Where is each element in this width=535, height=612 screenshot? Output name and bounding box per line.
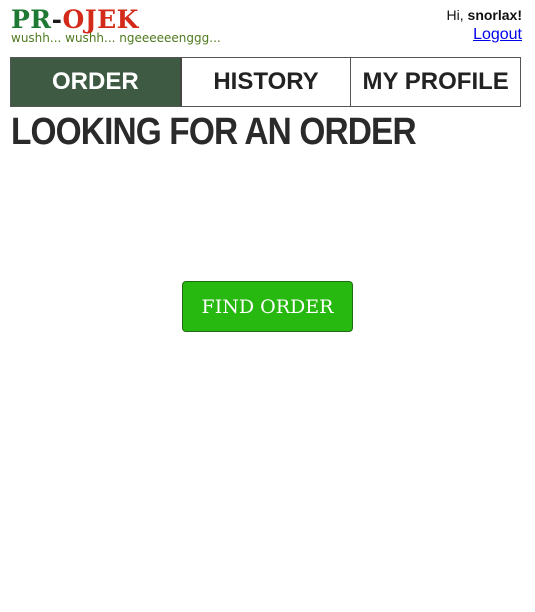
tab-my-profile[interactable]: MY PROFILE — [351, 58, 521, 106]
logo-part-pr: PR — [11, 5, 52, 34]
app-logo: PR-OJEK — [11, 6, 139, 34]
logo-part-ojek: OJEK — [62, 5, 139, 34]
page-title: LOOKING FOR AN ORDER — [11, 111, 417, 153]
main-nav: ORDER HISTORY MY PROFILE — [10, 57, 521, 107]
app-tagline: wushh... wushh... ngeeeeeenggg... — [11, 31, 221, 45]
logout-link[interactable]: Logout — [473, 26, 522, 44]
tab-order[interactable]: ORDER — [11, 58, 182, 106]
tab-history[interactable]: HISTORY — [181, 58, 352, 106]
greeting-prefix: Hi, — [446, 7, 468, 23]
username: snorlax! — [467, 7, 522, 23]
find-order-button[interactable]: FIND ORDER — [182, 281, 353, 332]
user-greeting: Hi, snorlax! — [447, 7, 522, 23]
logo-dash: - — [51, 5, 63, 34]
